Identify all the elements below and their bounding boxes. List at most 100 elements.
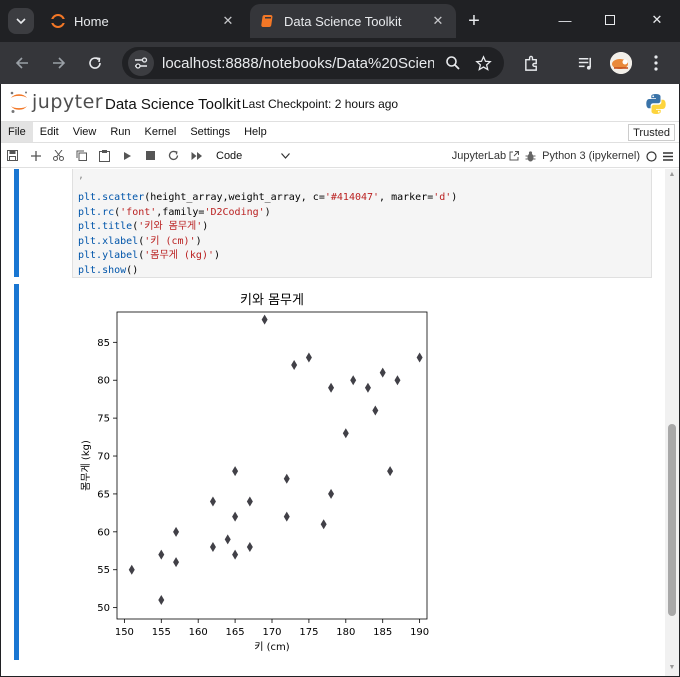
window-close-icon[interactable]: ✕ <box>645 8 669 32</box>
close-icon[interactable]: ✕ <box>428 11 448 31</box>
menu-bar: File Edit View Run Kernel Settings Help … <box>1 121 679 143</box>
menu-settings[interactable]: Settings <box>183 122 237 142</box>
x-tick-label: 170 <box>262 627 281 638</box>
scroll-up-arrow-icon[interactable]: ▲ <box>668 171 676 181</box>
scroll-down-arrow-icon[interactable]: ▼ <box>668 664 676 674</box>
cell-type-value: Code <box>216 149 243 162</box>
toolbar-right: JupyterLab Python 3 (ipykernel) <box>452 144 679 168</box>
run-cell-button[interactable] <box>116 145 139 167</box>
copy-icon <box>76 150 87 161</box>
kernel-name[interactable]: Python 3 (ipykernel) <box>542 150 640 162</box>
notebook-area: , plt.scatter(height_array,weight_array,… <box>1 169 665 676</box>
insert-cell-button[interactable] <box>24 145 47 167</box>
menu-view[interactable]: View <box>66 122 104 142</box>
last-checkpoint: Last Checkpoint: 2 hours ago <box>242 97 399 111</box>
code-token: '키와 몸무게' <box>138 221 203 232</box>
code-line: plt.ylabel('몸무게 (kg)') <box>73 249 651 264</box>
profile-avatar[interactable] <box>610 52 632 74</box>
interrupt-kernel-button[interactable] <box>139 145 162 167</box>
restart-kernel-button[interactable] <box>162 145 185 167</box>
save-button[interactable] <box>1 145 24 167</box>
maximize-icon[interactable] <box>598 8 622 32</box>
notebook-name[interactable]: Data Science Toolkit <box>105 96 241 113</box>
code-token: , marker= <box>379 192 434 203</box>
new-tab-button[interactable]: + <box>462 9 486 33</box>
site-info-icon[interactable] <box>128 50 154 76</box>
forward-arrow-icon[interactable] <box>47 51 71 75</box>
cell-output: 키와 몸무게 150 155 160 165 170 175 180 185 190 50 55 60 6… <box>72 287 452 676</box>
hamburger-menu-icon[interactable] <box>663 151 673 161</box>
code-token: ) <box>264 206 271 218</box>
tab-home[interactable]: Home ✕ <box>40 4 246 38</box>
code-token: plt.show <box>78 264 127 276</box>
media-playlist-icon[interactable] <box>574 52 596 74</box>
y-tick-label: 70 <box>97 452 110 463</box>
bookmark-star-icon[interactable] <box>472 52 494 74</box>
minimize-icon[interactable]: — <box>553 8 577 32</box>
external-link-icon <box>509 151 520 161</box>
stop-icon <box>146 151 155 160</box>
input-collapser[interactable] <box>14 169 19 277</box>
bug-icon <box>525 150 536 161</box>
code-line: plt.title('키와 몸무게') <box>73 220 651 235</box>
browser-tab-strip: Home ✕ Data Science Toolkit ✕ + — ✕ <box>0 0 680 42</box>
address-bar[interactable]: localhost:8888/notebooks/Data%20Scien... <box>122 47 504 79</box>
tab-search-button[interactable] <box>8 8 34 34</box>
debugger-button[interactable] <box>525 150 536 162</box>
kernel-status-idle-icon <box>646 150 657 162</box>
code-token: plt.scatter <box>78 192 145 203</box>
cell-type-select[interactable]: Code <box>216 146 290 166</box>
code-token: ) <box>195 235 202 247</box>
jupyter-logo[interactable]: jupyter <box>9 90 103 114</box>
menu-run[interactable]: Run <box>103 122 137 142</box>
x-tick-label: 185 <box>373 627 392 638</box>
y-tick-label: 60 <box>97 527 110 538</box>
jupyter-header: jupyter Data Science Toolkit Last Checkp… <box>1 84 679 120</box>
code-line-hidden: , <box>78 170 85 181</box>
trusted-indicator[interactable]: Trusted <box>628 124 675 141</box>
cut-button[interactable] <box>47 145 70 167</box>
x-tick-label: 155 <box>152 627 171 638</box>
kebab-menu-icon[interactable] <box>645 52 667 74</box>
code-token: '#414047' <box>324 192 380 203</box>
jupyter-wordmark: jupyter <box>32 91 104 113</box>
code-token: '몸무게 (kg)' <box>144 250 214 261</box>
code-token: ) <box>202 221 209 232</box>
tab-title: Data Science Toolkit <box>284 13 402 29</box>
code-token: plt.ylabel <box>78 250 139 261</box>
restart-run-all-button[interactable] <box>185 145 208 167</box>
code-line: plt.xlabel('키 (cm)') <box>73 235 651 250</box>
restart-icon <box>168 150 179 161</box>
code-cell-input[interactable]: , plt.scatter(height_array,weight_array,… <box>72 169 652 278</box>
plus-icon <box>30 150 41 161</box>
chart-title: 키와 몸무게 <box>240 293 304 308</box>
menu-kernel[interactable]: Kernel <box>138 122 184 142</box>
url-text: localhost:8888/notebooks/Data%20Scien... <box>162 54 434 72</box>
menu-help[interactable]: Help <box>237 122 274 142</box>
menu-file[interactable]: File <box>1 122 33 142</box>
code-token: ) <box>214 250 221 261</box>
python-logo-icon <box>646 94 666 114</box>
reload-icon[interactable] <box>83 51 107 75</box>
back-arrow-icon[interactable] <box>10 51 34 75</box>
scissors-icon <box>53 150 64 161</box>
open-jupyterlab-link[interactable]: JupyterLab <box>452 150 520 162</box>
zoom-search-icon[interactable] <box>442 52 464 74</box>
tab-data-science-toolkit[interactable]: Data Science Toolkit ✕ <box>250 4 456 38</box>
y-tick-label: 55 <box>97 565 110 576</box>
copy-button[interactable] <box>70 145 93 167</box>
scrollbar-thumb[interactable] <box>668 424 676 616</box>
code-line: plt.rc('font',family='D2Coding') <box>73 206 651 221</box>
jupyter-page: jupyter Data Science Toolkit Last Checkp… <box>1 84 679 676</box>
notebook-toolbar: Code JupyterLab Python 3 (ipykernel) <box>1 144 679 168</box>
notebook-favicon-icon <box>260 13 276 29</box>
extensions-icon[interactable] <box>520 52 542 74</box>
vertical-scrollbar[interactable]: ▲ ▼ <box>665 169 679 676</box>
output-collapser[interactable] <box>14 284 19 660</box>
code-line: plt.scatter(height_array,weight_array, c… <box>73 191 651 206</box>
chevron-down-icon <box>281 152 290 159</box>
paste-button[interactable] <box>93 145 116 167</box>
x-tick-label: 150 <box>115 627 134 638</box>
close-icon[interactable]: ✕ <box>218 11 238 31</box>
menu-edit[interactable]: Edit <box>33 122 66 142</box>
